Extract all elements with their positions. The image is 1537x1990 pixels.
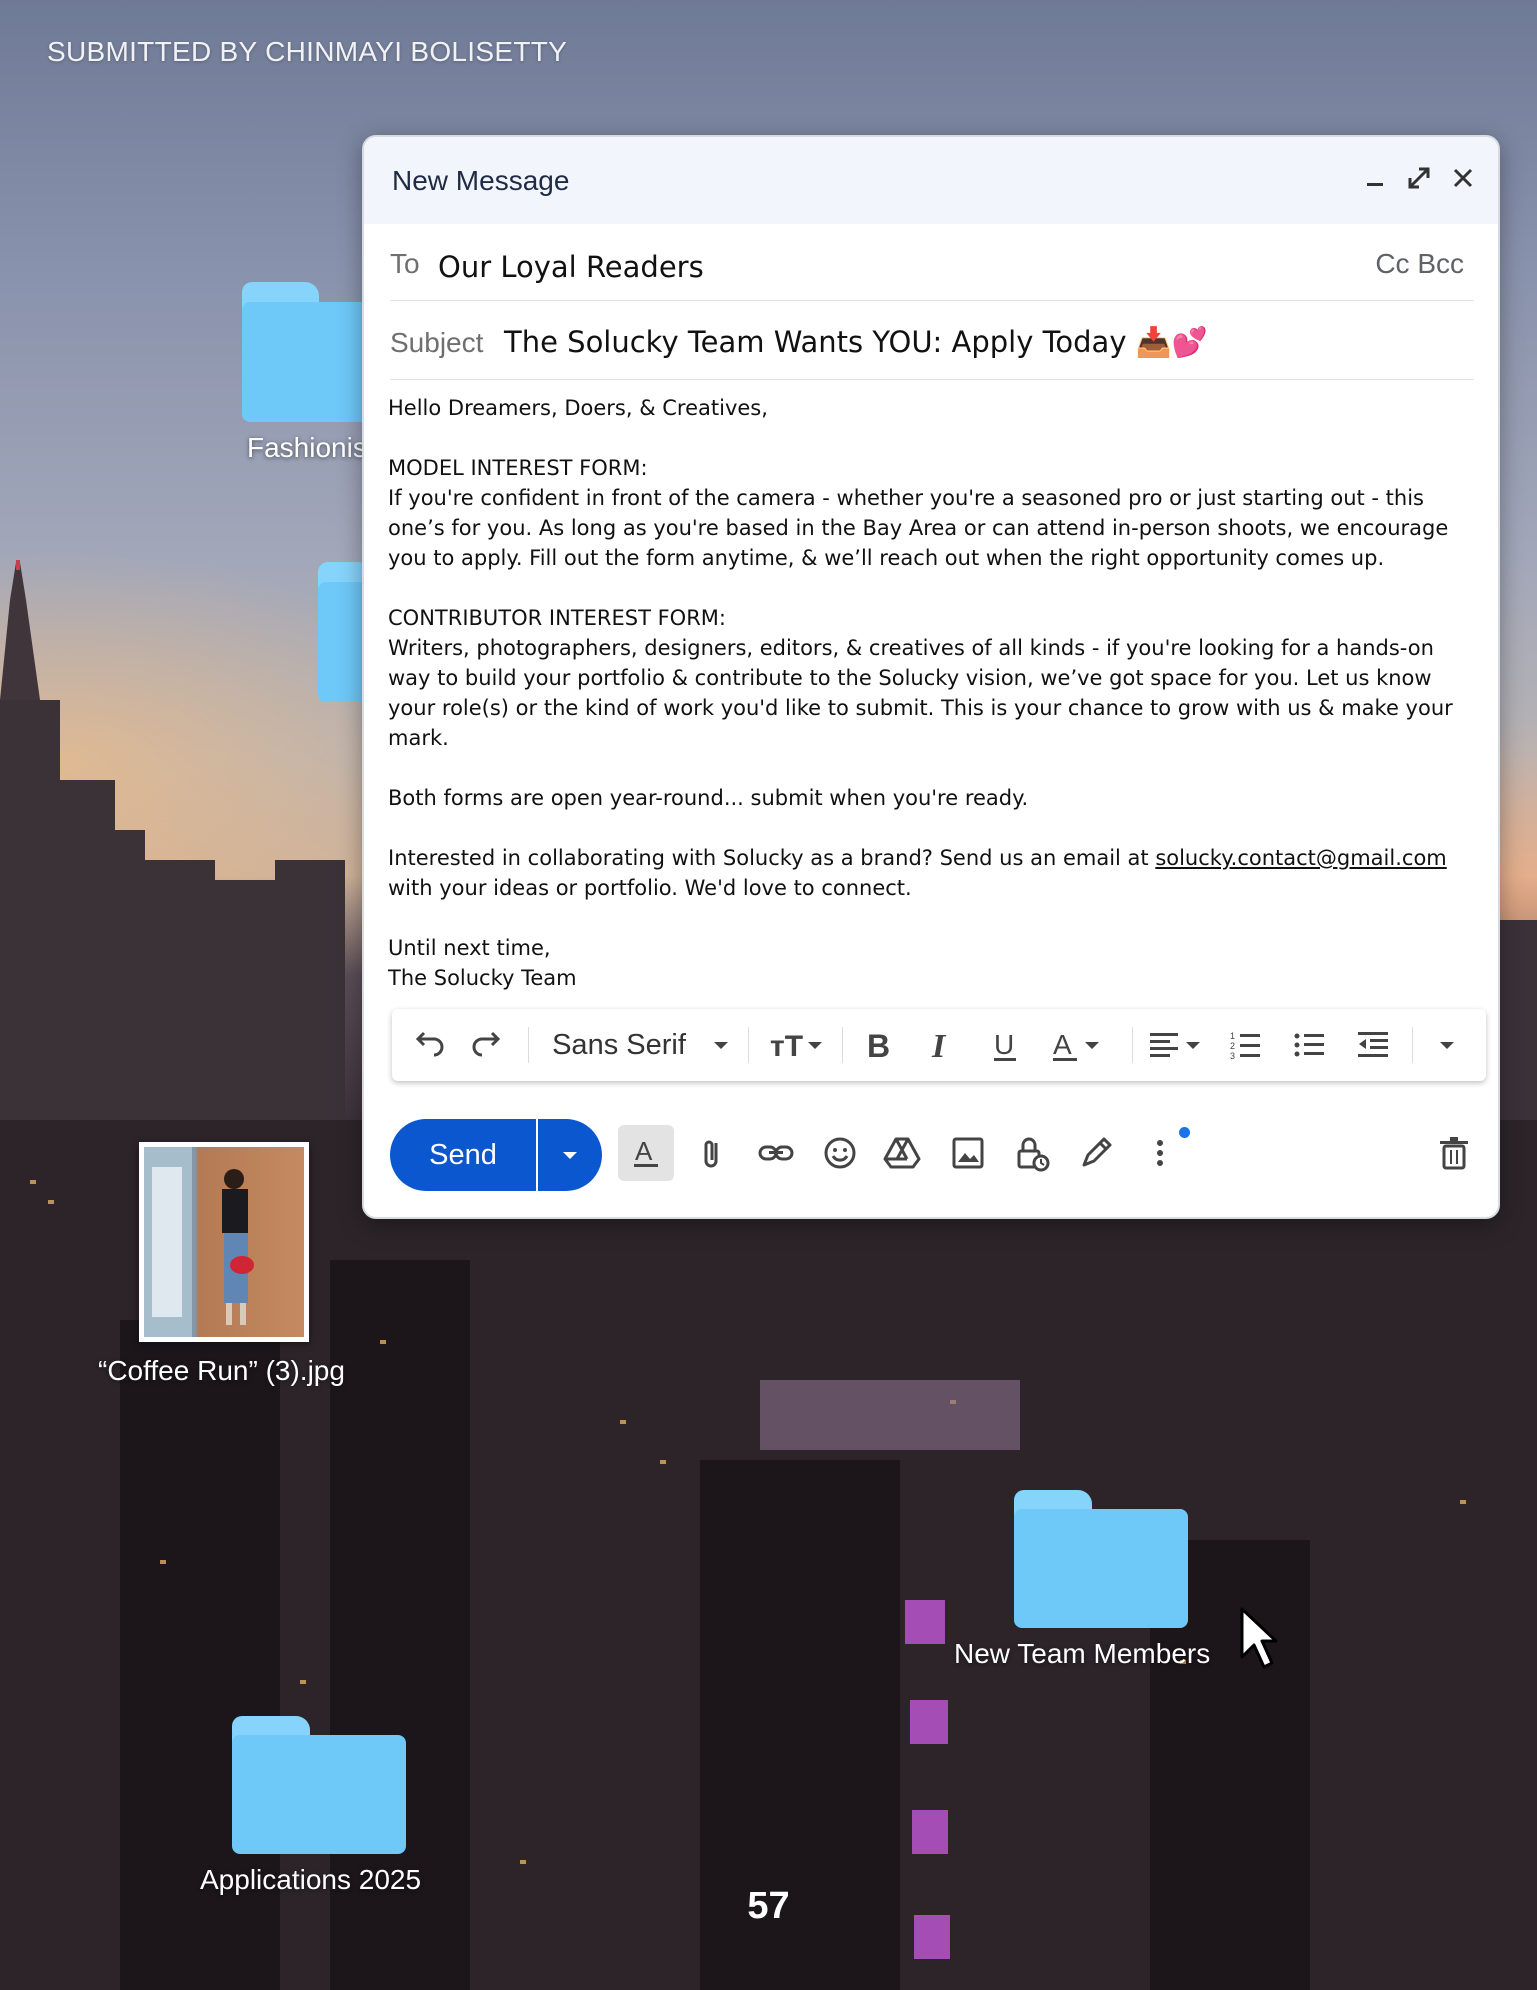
svg-text:тT: тT	[770, 1030, 803, 1062]
svg-text:3: 3	[1230, 1051, 1235, 1061]
compose-window: New Message To Our Loyal Readers Cc Bcc …	[362, 135, 1500, 1219]
text-color-icon: A	[1053, 1029, 1099, 1061]
font-family-value: Sans Serif	[552, 1028, 686, 1061]
align-icon	[1150, 1033, 1200, 1057]
formatting-options-icon[interactable]: A	[626, 1133, 666, 1173]
more-formatting-icon	[1440, 1042, 1454, 1049]
contributor-form-heading: CONTRIBUTOR INTEREST FORM:	[388, 606, 726, 630]
indent-less-button[interactable]	[1348, 1009, 1398, 1081]
close-icon[interactable]	[1448, 163, 1478, 193]
schedule-send-dropdown[interactable]	[538, 1119, 602, 1191]
folder-icon	[1014, 1490, 1188, 1628]
text-size-icon: тT	[770, 1030, 822, 1062]
drive-icon[interactable]	[882, 1133, 922, 1173]
svg-text:U: U	[994, 1029, 1014, 1060]
folder-new-team-members[interactable]: New Team Members	[954, 1490, 1210, 1669]
both-forms-text: Both forms are open year-round... submit…	[388, 786, 1029, 810]
compose-title: New Message	[392, 165, 570, 196]
compose-header: New Message	[364, 137, 1498, 224]
subject-row: Subject The Solucky Team Wants YOU: Appl…	[390, 301, 1474, 380]
more-formatting-button[interactable]	[1422, 1009, 1472, 1081]
text-color-button[interactable]: A	[1044, 1009, 1114, 1081]
indent-less-icon	[1358, 1032, 1388, 1057]
collab-closing-text: with your ideas or portfolio. We'd love …	[388, 876, 912, 900]
subject-field[interactable]: The Solucky Team Wants YOU: Apply Today …	[504, 325, 1208, 360]
numbered-list-icon: 123	[1230, 1031, 1260, 1061]
more-options-icon[interactable]	[1140, 1133, 1180, 1173]
redo-button[interactable]	[462, 1009, 512, 1081]
signature-icon[interactable]	[1076, 1133, 1116, 1173]
photo-icon[interactable]	[948, 1133, 988, 1173]
to-recipients-field[interactable]: Our Loyal Readers	[438, 250, 704, 284]
photo-image	[144, 1147, 304, 1337]
subject-label: Subject	[390, 327, 484, 358]
model-form-heading: MODEL INTEREST FORM:	[388, 456, 648, 480]
coffee-run-photo-label: “Coffee Run” (3).jpg	[98, 1355, 345, 1386]
signoff-text: Until next time,	[388, 936, 551, 960]
compose-actions: Send A	[364, 1117, 1498, 1193]
mouse-cursor-icon	[1240, 1607, 1278, 1669]
greeting-text: Hello Dreamers, Doers, & Creatives,	[388, 396, 768, 420]
svg-text:I: I	[931, 1028, 947, 1062]
to-label: To	[390, 248, 420, 279]
notification-dot	[1179, 1127, 1190, 1138]
contributor-form-text: Writers, photographers, designers, edito…	[388, 636, 1453, 750]
link-icon[interactable]	[756, 1133, 796, 1173]
coffee-run-photo-thumbnail[interactable]	[139, 1142, 309, 1342]
emoji-icon[interactable]	[820, 1133, 860, 1173]
model-form-text: If you're confident in front of the came…	[388, 486, 1449, 570]
signature-text: The Solucky Team	[388, 966, 577, 990]
attach-icon[interactable]	[692, 1133, 732, 1173]
chevron-down-icon	[563, 1152, 577, 1159]
undo-icon	[415, 1031, 444, 1057]
italic-button[interactable]: I	[916, 1009, 966, 1081]
bold-button[interactable]: B	[852, 1009, 902, 1081]
formatting-toolbar: Sans Serif тT B I U A 123	[392, 1009, 1486, 1081]
submitted-by-credit: SUBMITTED BY CHINMAYI BOLISETTY	[47, 36, 568, 67]
redo-icon	[472, 1031, 501, 1057]
italic-icon: I	[931, 1028, 947, 1062]
underline-icon: U	[994, 1029, 1016, 1061]
popout-icon[interactable]	[1404, 163, 1434, 193]
bulleted-list-icon	[1294, 1033, 1324, 1057]
bulleted-list-button[interactable]	[1284, 1009, 1334, 1081]
svg-text:1: 1	[1230, 1031, 1235, 1041]
collaboration-text: Interested in collaborating with Solucky…	[388, 843, 1474, 873]
confidential-icon[interactable]	[1012, 1133, 1052, 1173]
minimize-icon[interactable]	[1360, 163, 1390, 193]
svg-text:B: B	[867, 1028, 890, 1062]
to-row: To Our Loyal Readers Cc Bcc	[390, 224, 1474, 301]
numbered-list-button[interactable]: 123	[1220, 1009, 1270, 1081]
text-size-button[interactable]: тT	[760, 1009, 836, 1081]
font-family-select[interactable]: Sans Serif	[542, 1009, 742, 1081]
align-button[interactable]	[1144, 1009, 1214, 1081]
send-button[interactable]: Send	[390, 1119, 536, 1191]
page-number: 57	[747, 1885, 790, 1927]
cc-bcc-button[interactable]: Cc Bcc	[1375, 248, 1464, 280]
svg-text:A: A	[635, 1136, 653, 1166]
folder-icon	[232, 1716, 406, 1854]
bold-icon: B	[867, 1028, 890, 1062]
svg-text:2: 2	[1230, 1041, 1235, 1051]
chevron-down-icon	[713, 1042, 728, 1049]
folder-label: Fashionis	[247, 432, 367, 463]
message-body[interactable]: Hello Dreamers, Doers, & Creatives, MODE…	[388, 393, 1474, 993]
trash-icon[interactable]	[1434, 1133, 1474, 1173]
contact-email-link[interactable]: solucky.contact@gmail.com	[1155, 846, 1446, 870]
collab-intro: Interested in collaborating with Solucky…	[388, 846, 1156, 870]
underline-button[interactable]: U	[980, 1009, 1030, 1081]
folder-applications-2025[interactable]: Applications 2025	[200, 1716, 421, 1895]
svg-text:A: A	[1053, 1029, 1072, 1060]
undo-button[interactable]	[404, 1009, 454, 1081]
folder-label: New Team Members	[954, 1638, 1211, 1669]
